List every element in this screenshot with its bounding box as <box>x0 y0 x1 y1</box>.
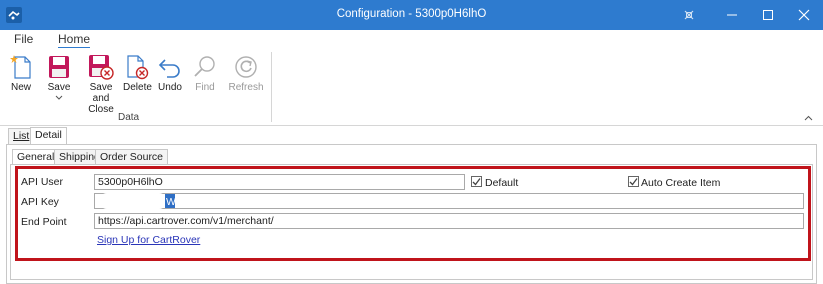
undo-icon <box>157 52 183 82</box>
refresh-button[interactable]: Refresh <box>228 52 264 93</box>
tab-shipping-label: Shipping <box>59 151 100 163</box>
magnifier-icon <box>193 52 217 82</box>
tab-order-source-label: Order Source <box>100 151 164 163</box>
menu-bar: File Home <box>0 30 823 49</box>
tab-detail-label: Detail <box>35 129 62 141</box>
save-button[interactable]: Save <box>46 52 72 104</box>
delete-label: Delete <box>123 82 152 93</box>
menu-home[interactable]: Home <box>58 32 91 49</box>
new-icon <box>8 52 34 82</box>
ribbon-group-divider <box>271 52 272 122</box>
save-and-close-label-2: Close <box>88 104 114 115</box>
new-button[interactable]: New <box>8 52 34 93</box>
ribbon-group-label: Data <box>118 112 140 123</box>
window-title: Configuration - 5300p0H6lhO <box>336 8 487 20</box>
undo-label: Undo <box>158 82 182 93</box>
title-bar: Configuration - 5300p0H6lhO <box>0 0 823 30</box>
tab-general-label: General <box>17 151 55 163</box>
menu-file[interactable]: File <box>14 32 33 46</box>
save-and-close-button[interactable]: Save and Close <box>82 52 120 115</box>
new-label: New <box>10 82 31 93</box>
maximize-button[interactable] <box>759 6 777 24</box>
delete-document-icon <box>123 52 151 82</box>
minimize-button[interactable] <box>723 6 741 24</box>
restore-layout-icon[interactable] <box>680 6 698 24</box>
tab-general[interactable]: General <box>12 149 60 165</box>
delete-button[interactable]: Delete <box>123 52 152 93</box>
save-close-icon <box>82 52 120 82</box>
save-label: Save <box>47 82 71 93</box>
find-label: Find <box>195 82 215 93</box>
highlight-box <box>15 166 811 261</box>
undo-button[interactable]: Undo <box>157 52 183 93</box>
tab-order-source[interactable]: Order Source <box>95 149 169 164</box>
save-and-close-label-1: Save and <box>89 82 113 104</box>
tab-list-label: List <box>13 130 30 142</box>
chevron-up-icon[interactable] <box>804 112 813 124</box>
chevron-down-icon[interactable] <box>46 93 72 104</box>
tab-detail[interactable]: Detail <box>30 127 67 144</box>
close-button[interactable] <box>795 6 813 24</box>
refresh-label: Refresh <box>228 82 264 93</box>
floppy-disk-icon <box>46 52 72 82</box>
ribbon: New Save Save and Close Delete Undo Find… <box>0 48 823 126</box>
refresh-icon <box>228 52 264 82</box>
find-button[interactable]: Find <box>193 52 217 93</box>
